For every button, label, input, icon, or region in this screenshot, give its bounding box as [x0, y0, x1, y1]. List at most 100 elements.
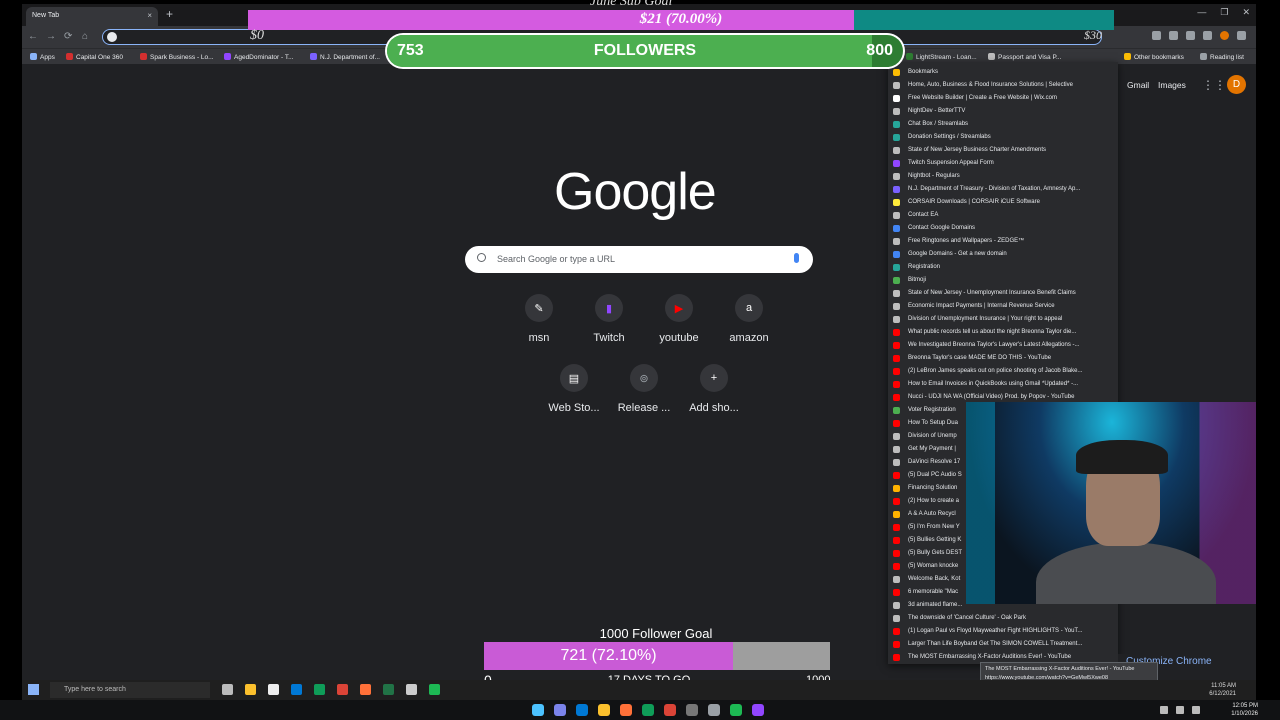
other-bookmarks[interactable]: Other bookmarks: [1124, 53, 1184, 61]
add-shortcut-button[interactable]: + Add sho...: [679, 364, 749, 414]
bookmark-menu-item[interactable]: Bookmarks: [888, 66, 1118, 79]
bookmark-menu-item[interactable]: Nightbot - Regulars: [888, 170, 1118, 183]
desktop: New Tab × + — ❐ ✕ ← → ⟳ ⌂ Apps Capital O…: [0, 0, 1280, 720]
home-button[interactable]: ⌂: [82, 31, 88, 42]
bookmark-nj-department[interactable]: N.J. Department of...: [310, 53, 380, 61]
bookmark-menu-item[interactable]: (2) LeBron James speaks out on police sh…: [888, 365, 1118, 378]
wifi-icon[interactable]: [1176, 706, 1184, 714]
bookmark-menu-item[interactable]: NightDev - BetterTTV: [888, 105, 1118, 118]
bookmark-menu-item[interactable]: Twitch Suspension Appeal Form: [888, 157, 1118, 170]
bookmark-menu-item[interactable]: Larger Than Life Boyband Get The SIMON C…: [888, 638, 1118, 651]
task-view-icon[interactable]: [222, 684, 233, 695]
bookmark-menu-item[interactable]: What public records tell us about the ni…: [888, 326, 1118, 339]
bookmark-menu-item[interactable]: How to Email Invoices in QuickBooks usin…: [888, 378, 1118, 391]
minimize-button[interactable]: —: [1197, 7, 1206, 18]
chrome-icon[interactable]: [337, 684, 348, 695]
bookmark-menu-item[interactable]: Google Domains - Get a new domain: [888, 248, 1118, 261]
bookmark-passport[interactable]: Passport and Visa P...: [988, 53, 1061, 61]
bookmark-menu-item[interactable]: Free Website Builder | Create a Free Web…: [888, 92, 1118, 105]
bookmark-menu-item[interactable]: State of New Jersey Business Charter Ame…: [888, 144, 1118, 157]
images-link[interactable]: Images: [1158, 80, 1186, 90]
bookmark-apps[interactable]: Apps: [30, 53, 55, 61]
obs-icon[interactable]: [752, 704, 764, 716]
reload-button[interactable]: ⟳: [64, 31, 72, 42]
windows-start-icon[interactable]: [28, 684, 39, 695]
excel-icon[interactable]: [383, 684, 394, 695]
bookmark-menu-item[interactable]: Breonna Taylor's case MADE ME DO THIS - …: [888, 352, 1118, 365]
shortcut-web-store[interactable]: ▤ Web Sto...: [539, 364, 609, 414]
shortcut-twitch[interactable]: ▮ Twitch: [574, 294, 644, 344]
release-icon: ⊚: [630, 364, 658, 392]
microphone-icon[interactable]: [794, 253, 799, 263]
forward-button[interactable]: →: [46, 31, 56, 42]
file-explorer-icon[interactable]: [598, 704, 610, 716]
bookmark-menu-item[interactable]: N.J. Department of Treasury - Division o…: [888, 183, 1118, 196]
bookmark-capital-one[interactable]: Capital One 360: [66, 53, 123, 61]
taskbar-search[interactable]: Type here to search: [50, 682, 210, 698]
twitch-icon: ▮: [595, 294, 623, 322]
firefox-icon[interactable]: [620, 704, 632, 716]
shortcut-youtube[interactable]: ▶ youtube: [644, 294, 714, 344]
bookmark-menu-item[interactable]: Division of Unemployment Insurance | You…: [888, 313, 1118, 326]
shortcut-amazon[interactable]: a amazon: [714, 294, 784, 344]
new-tab-button[interactable]: +: [166, 7, 173, 21]
firefox-icon[interactable]: [360, 684, 371, 695]
edge-icon[interactable]: [314, 684, 325, 695]
reading-list[interactable]: Reading list: [1200, 53, 1244, 61]
puzzle-icon[interactable]: [1203, 31, 1212, 40]
store-icon[interactable]: [268, 684, 279, 695]
spotify-icon[interactable]: [429, 684, 440, 695]
outlook-icon[interactable]: [576, 704, 588, 716]
twitch-icon: [224, 53, 231, 60]
menu-icon[interactable]: [1237, 31, 1246, 40]
bookmark-menu-item[interactable]: Donation Settings / Streamlabs: [888, 131, 1118, 144]
bookmark-menu-item[interactable]: The downside of 'Cancel Culture' - Oak P…: [888, 612, 1118, 625]
bookmark-menu-item[interactable]: Contact EA: [888, 209, 1118, 222]
maximize-button[interactable]: ❐: [1220, 7, 1228, 18]
reading-list-icon: [1200, 53, 1207, 60]
tab-title: New Tab: [32, 12, 60, 19]
gmail-link[interactable]: Gmail: [1127, 80, 1149, 90]
extension-icon[interactable]: [1186, 31, 1195, 40]
bookmark-menu-item[interactable]: Free Ringtones and Wallpapers - ZEDGE™: [888, 235, 1118, 248]
bookmark-lightstream[interactable]: LightStream - Loan...: [906, 53, 977, 61]
host-clock[interactable]: 12:05 PM 1/10/2026: [1231, 702, 1258, 718]
chrome-icon[interactable]: [664, 704, 676, 716]
star-icon[interactable]: [1152, 31, 1161, 40]
shortcut-label: Add sho...: [689, 402, 739, 414]
app-icon[interactable]: [406, 684, 417, 695]
spotify-icon[interactable]: [730, 704, 742, 716]
file-explorer-icon[interactable]: [245, 684, 256, 695]
profile-avatar[interactable]: [1220, 31, 1229, 40]
bookmark-menu-item[interactable]: Economic Impact Payments | Internal Reve…: [888, 300, 1118, 313]
chevron-up-icon[interactable]: [1160, 706, 1168, 714]
close-tab-icon[interactable]: ×: [147, 11, 152, 20]
mail-icon[interactable]: [291, 684, 302, 695]
back-button[interactable]: ←: [28, 31, 38, 42]
shortcut-msn[interactable]: ✎ msn: [504, 294, 574, 344]
bookmark-menu-item[interactable]: We Investigated Breonna Taylor's Lawyer'…: [888, 339, 1118, 352]
bookmark-menu-item[interactable]: State of New Jersey - Unemployment Insur…: [888, 287, 1118, 300]
volume-icon[interactable]: [1192, 706, 1200, 714]
bookmark-menu-item[interactable]: Home, Auto, Business & Flood Insurance S…: [888, 79, 1118, 92]
search-box[interactable]: Search Google or type a URL: [465, 246, 813, 273]
extension-icon[interactable]: [1169, 31, 1178, 40]
bookmark-menu-item[interactable]: Chat Box / Streamlabs: [888, 118, 1118, 131]
tab-new-tab[interactable]: New Tab ×: [26, 7, 158, 26]
windows-start-icon[interactable]: [532, 704, 544, 716]
bookmark-spark-business[interactable]: Spark Business - Lo...: [140, 53, 214, 61]
copilot-icon[interactable]: [554, 704, 566, 716]
bookmark-ageddominator[interactable]: AgedDominator - T...: [224, 53, 294, 61]
app-icon[interactable]: [708, 704, 720, 716]
host-taskbar-apps: [532, 704, 764, 716]
account-avatar[interactable]: D: [1227, 75, 1246, 94]
close-window-button[interactable]: ✕: [1242, 7, 1250, 18]
bookmark-menu-item[interactable]: Contact Google Domains: [888, 222, 1118, 235]
shortcut-release[interactable]: ⊚ Release ...: [609, 364, 679, 414]
bookmark-menu-item[interactable]: CORSAIR Downloads | CORSAIR iCUE Softwar…: [888, 196, 1118, 209]
app-icon[interactable]: [686, 704, 698, 716]
bookmark-menu-item[interactable]: (1) Logan Paul vs Floyd Mayweather Fight…: [888, 625, 1118, 638]
edge-icon[interactable]: [642, 704, 654, 716]
bookmark-menu-item[interactable]: Bitmoji: [888, 274, 1118, 287]
bookmark-menu-item[interactable]: Registration: [888, 261, 1118, 274]
